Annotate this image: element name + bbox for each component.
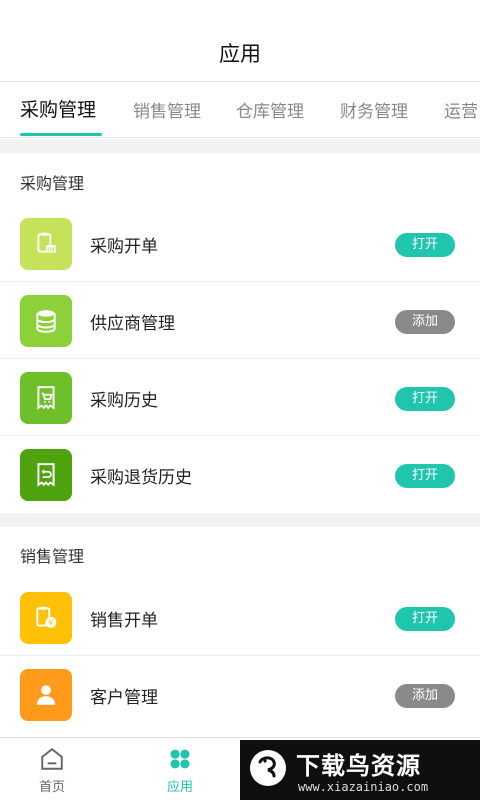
watermark-text: 下载鸟资源 xyxy=(296,752,421,780)
nav-apps[interactable]: 应用 xyxy=(150,746,210,795)
open-button[interactable]: 打开 xyxy=(395,464,455,488)
home-icon xyxy=(41,748,63,770)
section-gap xyxy=(0,513,480,527)
list-item-purchase-history[interactable]: 采购历史 打开 xyxy=(0,359,480,436)
page-title: 应用 xyxy=(219,42,261,66)
section-title-purchase: 采购管理 xyxy=(20,174,85,193)
tab-purchase[interactable]: 采购管理 xyxy=(20,95,96,122)
clipboard-yen-icon: ¥ xyxy=(20,592,72,644)
tab-sales[interactable]: 销售管理 xyxy=(133,97,201,122)
section-gap xyxy=(0,139,480,153)
person-icon xyxy=(20,669,72,721)
item-label: 销售开单 xyxy=(90,611,158,631)
open-button[interactable]: 打开 xyxy=(395,607,455,631)
tab-operations[interactable]: 运营 xyxy=(444,97,478,122)
list-item-purchase-return-history[interactable]: 采购退货历史 打开 xyxy=(0,436,480,513)
cart-receipt-icon xyxy=(20,372,72,424)
nav-home[interactable]: 首页 xyxy=(22,746,82,795)
item-label: 采购退货历史 xyxy=(90,468,192,488)
item-label: 客户管理 xyxy=(90,688,158,708)
list-item-customer-management[interactable]: 客户管理 添加 xyxy=(0,656,480,733)
category-tabs: 采购管理 销售管理 仓库管理 财务管理 运营 xyxy=(0,83,480,138)
section-title-sales: 销售管理 xyxy=(20,547,85,566)
apps-icon xyxy=(170,749,190,769)
add-button[interactable]: 添加 xyxy=(395,684,455,708)
svg-text:¥: ¥ xyxy=(48,619,53,628)
tab-finance[interactable]: 财务管理 xyxy=(340,97,408,122)
clipboard-basket-icon xyxy=(20,218,72,270)
active-tab-indicator xyxy=(20,133,102,136)
add-button[interactable]: 添加 xyxy=(395,310,455,334)
list-item-sales-order[interactable]: ¥ 销售开单 打开 xyxy=(0,579,480,656)
tab-warehouse[interactable]: 仓库管理 xyxy=(236,97,304,122)
item-label: 供应商管理 xyxy=(90,314,175,334)
app-header: 应用 xyxy=(0,0,480,82)
bird-logo-icon xyxy=(250,750,286,786)
list-item-supplier-management[interactable]: 供应商管理 添加 xyxy=(0,282,480,359)
item-label: 采购开单 xyxy=(90,237,158,257)
open-button[interactable]: 打开 xyxy=(395,387,455,411)
nav-home-label: 首页 xyxy=(38,780,65,795)
nav-apps-label: 应用 xyxy=(166,780,193,795)
list-item-purchase-order[interactable]: 采购开单 打开 xyxy=(0,205,480,282)
item-label: 采购历史 xyxy=(90,391,158,411)
watermark-banner: 下载鸟资源 www.xiazainiao.com xyxy=(240,740,480,800)
return-receipt-icon xyxy=(20,449,72,501)
watermark-url: www.xiazainiao.com xyxy=(298,780,429,794)
open-button[interactable]: 打开 xyxy=(395,233,455,257)
database-icon xyxy=(20,295,72,347)
